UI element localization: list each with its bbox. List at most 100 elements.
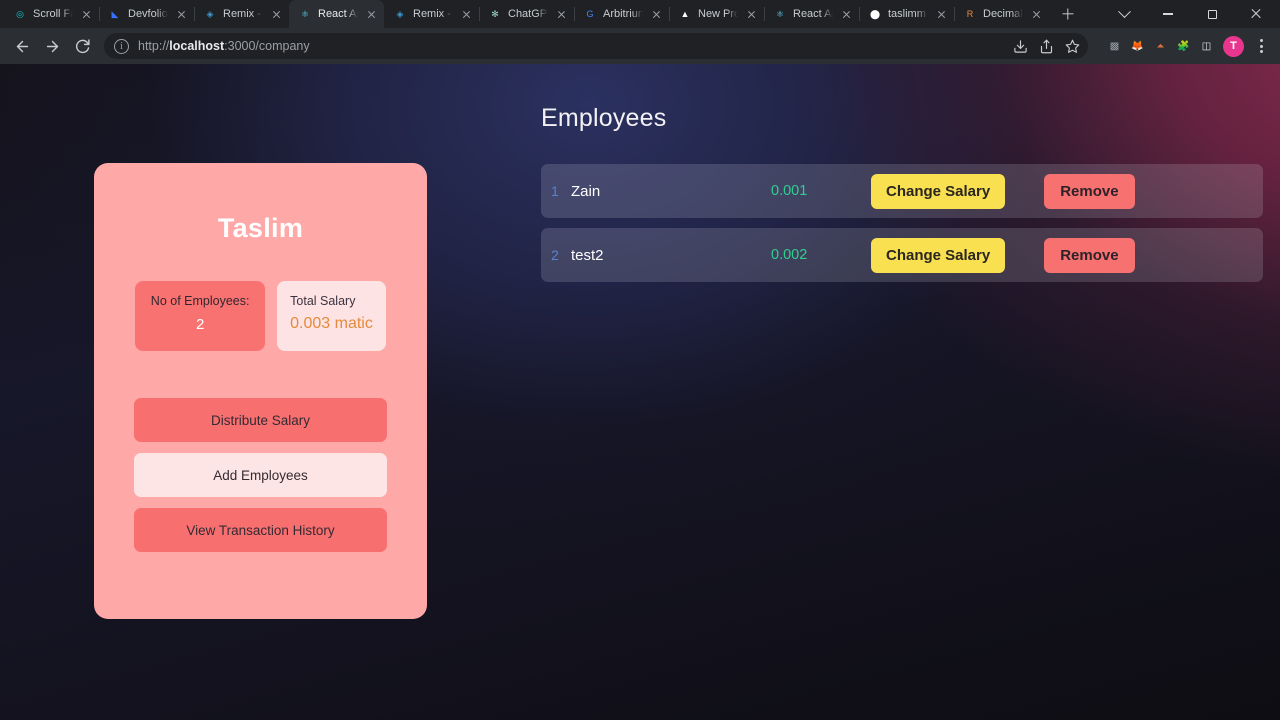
tab-title: Arbitrium	[603, 8, 643, 20]
stat-employee-count-value: 2	[195, 315, 205, 333]
distribute-salary-button[interactable]: Distribute Salary	[134, 398, 387, 442]
chatgpt-icon: ✻	[491, 8, 499, 19]
employees-title: Employees	[541, 104, 667, 132]
browser-tab-1[interactable]: ◣ Devfolio	[99, 0, 194, 28]
metamask-fox-icon[interactable]: 🦊	[1129, 38, 1146, 55]
company-name: Taslim	[217, 213, 304, 243]
browser-tab-3[interactable]: ⚛ React Ap	[289, 0, 384, 28]
stat-employee-count-label: No of Employees:	[150, 294, 250, 308]
company-stats: No of Employees: 2 Total Salary 0.003 ma…	[134, 281, 387, 351]
react-icon: ⚛	[300, 8, 310, 19]
employee-name: Zain	[571, 182, 601, 200]
browser-tab-10[interactable]: R Decimal	[954, 0, 1049, 28]
new-tab-button[interactable]	[1055, 1, 1081, 27]
navigation-bar: i http://localhost:3000/company ▩ 🦊 ⏶ 🧩 ◫ T	[0, 28, 1280, 64]
window-controls	[1102, 0, 1280, 28]
browser-tab-7[interactable]: ▲ New Pro	[669, 0, 764, 28]
tabs-container: ◎ Scroll Fa ◣ Devfolio ◈ Remix - ⚛ React Ap ◈ Re…	[4, 0, 1049, 28]
browser-tab-0[interactable]: ◎ Scroll Fa	[4, 0, 99, 28]
employee-row: 1 Zain 0.001 Change Salary Remove	[541, 164, 1263, 218]
browser-tab-2[interactable]: ◈ Remix -	[194, 0, 289, 28]
back-button[interactable]	[8, 32, 36, 60]
share-icon[interactable]	[1034, 34, 1058, 58]
close-window-button[interactable]	[1234, 0, 1278, 28]
maximize-icon	[1207, 9, 1217, 19]
vercel-triangle-icon: ▲	[680, 8, 690, 19]
browser-tab-6[interactable]: G Arbitrium	[574, 0, 669, 28]
view-transaction-history-button[interactable]: View Transaction History	[134, 508, 387, 552]
extension-icons: ▩ 🦊 ⏶ 🧩 ◫	[1106, 38, 1215, 55]
employee-row: 2 test2 0.002 Change Salary Remove	[541, 228, 1263, 282]
tab-close-button[interactable]	[174, 7, 188, 21]
url-text: http://localhost:3000/company	[138, 39, 310, 53]
browser-chrome: ◎ Scroll Fa ◣ Devfolio ◈ Remix - ⚛ React Ap ◈ Re…	[0, 0, 1280, 64]
forward-arrow-icon	[46, 40, 58, 52]
tab-strip: ◎ Scroll Fa ◣ Devfolio ◈ Remix - ⚛ React Ap ◈ Re…	[0, 0, 1280, 28]
browser-tab-9[interactable]: ⬤ taslimm	[859, 0, 954, 28]
r-letter-icon: R	[966, 8, 974, 19]
tab-search-button[interactable]	[1102, 0, 1146, 28]
three-dot-menu-button[interactable]	[1250, 33, 1272, 59]
extensions-puzzle-icon[interactable]: 🧩	[1175, 38, 1192, 55]
browser-tab-8[interactable]: ⚛ React Ap	[764, 0, 859, 28]
install-app-icon[interactable]	[1008, 34, 1032, 58]
tab-close-button[interactable]	[269, 7, 283, 21]
stat-total-salary: Total Salary 0.003 matic	[277, 281, 386, 351]
company-card-actions: Distribute Salary Add Employees View Trans…	[134, 398, 387, 552]
employee-row-actions: Change Salary Remove	[871, 237, 1135, 273]
forward-button[interactable]	[38, 32, 66, 60]
omnibox-actions	[1008, 34, 1084, 58]
stat-total-salary-label: Total Salary	[290, 294, 356, 308]
remove-employee-button[interactable]: Remove	[1044, 237, 1135, 273]
tab-title: Decimal	[983, 8, 1023, 20]
tab-close-button[interactable]	[839, 7, 853, 21]
remix-icon: ◈	[206, 8, 214, 19]
tab-title: Scroll Fa	[33, 8, 73, 20]
tab-close-button[interactable]	[459, 7, 473, 21]
gray-square-extension-icon[interactable]: ▩	[1106, 38, 1123, 55]
employee-list: 1 Zain 0.001 Change Salary Remove 2 test2 0.002…	[541, 164, 1263, 282]
company-card: Taslim No of Employees: 2 Total Salary 0…	[94, 163, 427, 619]
reload-icon	[75, 38, 90, 53]
reload-button[interactable]	[68, 32, 96, 60]
bookmark-star-icon[interactable]	[1060, 34, 1084, 58]
github-icon: ⬤	[869, 8, 881, 19]
scroll-circle-icon: ◎	[16, 8, 24, 19]
google-icon: G	[586, 8, 594, 19]
remix-icon: ◈	[396, 8, 404, 19]
react-icon: ⚛	[775, 8, 785, 19]
tab-title: New Pro	[698, 8, 738, 20]
browser-tab-5[interactable]: ✻ ChatGPT	[479, 0, 574, 28]
employee-index: 2	[551, 247, 559, 263]
minimize-button[interactable]	[1146, 0, 1190, 28]
maximize-button[interactable]	[1190, 0, 1234, 28]
tab-close-button[interactable]	[649, 7, 663, 21]
devfolio-icon: ◣	[111, 8, 119, 19]
phantom-wallet-icon[interactable]: ⏶	[1152, 38, 1169, 55]
chevron-down-icon	[1117, 4, 1131, 18]
tab-close-button[interactable]	[744, 7, 758, 21]
tab-close-button[interactable]	[79, 7, 93, 21]
tab-title: React Ap	[793, 8, 833, 20]
tab-title: Devfolio	[128, 8, 168, 20]
employee-row-actions: Change Salary Remove	[871, 173, 1135, 209]
employee-salary: 0.002	[771, 247, 808, 263]
remove-employee-button[interactable]: Remove	[1044, 173, 1135, 209]
profile-avatar[interactable]: T	[1223, 35, 1244, 57]
change-salary-button[interactable]: Change Salary	[871, 237, 1006, 273]
tab-title: React Ap	[318, 8, 358, 20]
minimize-icon	[1163, 13, 1173, 15]
address-bar[interactable]: i http://localhost:3000/company	[104, 33, 1088, 59]
stat-employee-count: No of Employees: 2	[135, 281, 266, 351]
employee-salary: 0.001	[771, 183, 808, 199]
tab-close-button[interactable]	[554, 7, 568, 21]
tab-title: ChatGPT	[508, 8, 548, 20]
add-employees-button[interactable]: Add Employees	[134, 453, 387, 497]
site-info-icon[interactable]: i	[114, 38, 129, 54]
tab-close-button[interactable]	[934, 7, 948, 21]
change-salary-button[interactable]: Change Salary	[871, 173, 1006, 209]
sidepanel-icon[interactable]: ◫	[1198, 38, 1215, 55]
browser-tab-4[interactable]: ◈ Remix -	[384, 0, 479, 28]
tab-close-button[interactable]	[364, 7, 378, 21]
tab-close-button[interactable]	[1029, 7, 1043, 21]
